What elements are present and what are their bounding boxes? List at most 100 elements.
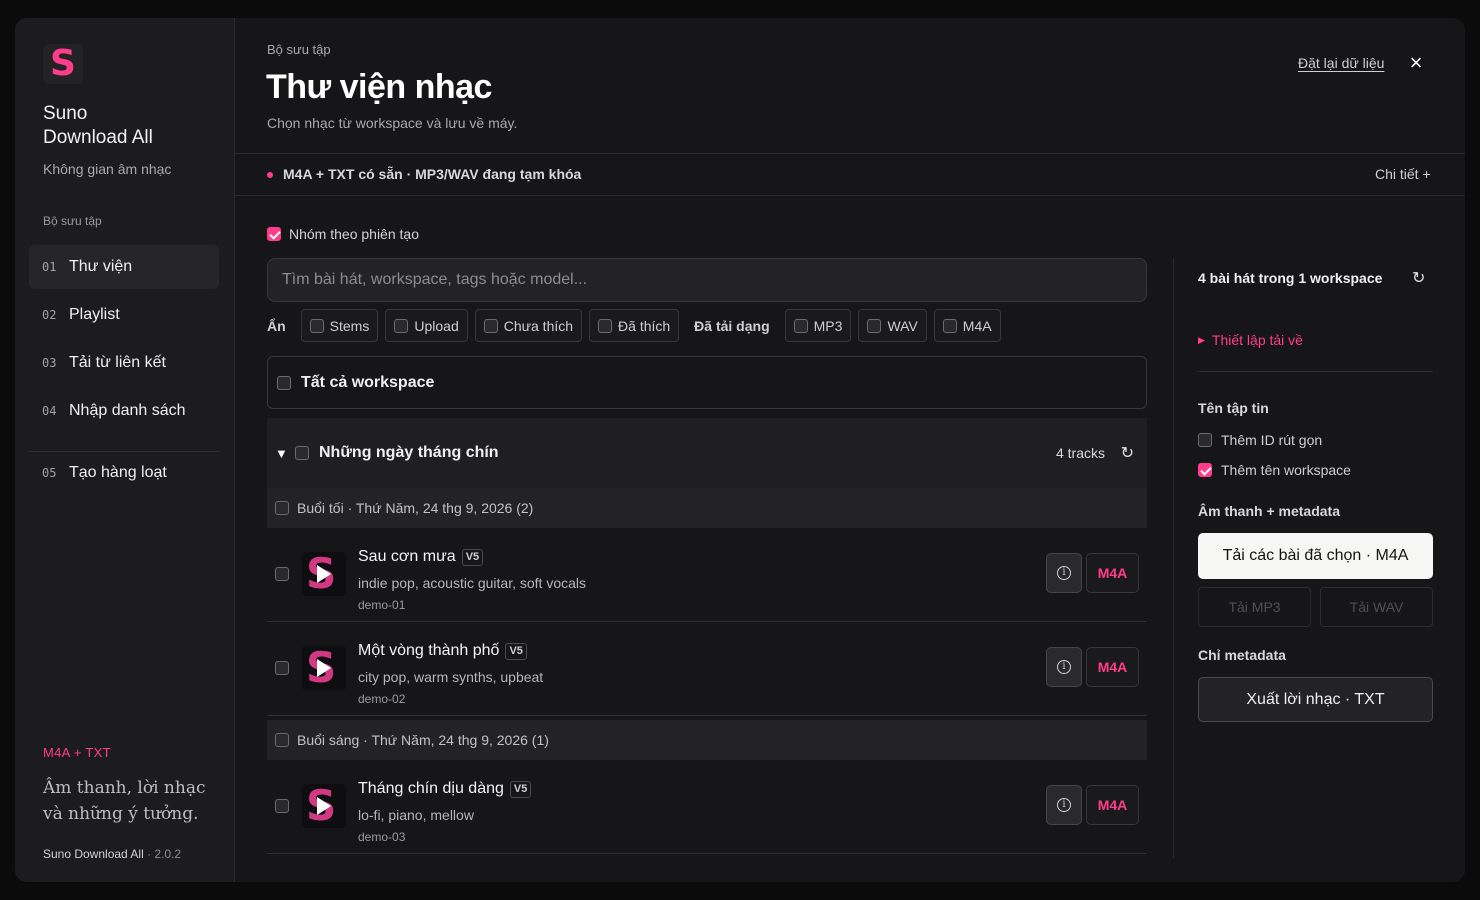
sidebar-section-label: Bộ sưu tập <box>43 214 102 228</box>
all-workspaces-row[interactable]: Tất cả workspace <box>267 356 1147 409</box>
model-badge: V5 <box>461 548 484 566</box>
track-checkbox[interactable] <box>275 661 289 675</box>
option-label: Thêm ID rút gọn <box>1221 432 1323 448</box>
download-wav-button[interactable]: Tải WAV <box>1320 587 1433 627</box>
export-lyrics-button[interactable]: Xuất lời nhạc · TXT <box>1198 677 1433 722</box>
reset-data-link[interactable]: Đặt lại dữ liệu <box>1298 55 1384 71</box>
info-icon: i <box>1057 798 1071 812</box>
filter-label: Chưa thích <box>503 317 574 334</box>
download-selected-button[interactable]: Tải các bài đã chọn · M4A <box>1198 533 1433 579</box>
download-settings-toggle[interactable]: ▶ Thiết lập tải về <box>1198 332 1303 348</box>
track-title-text: Một vòng thành phố <box>358 642 500 659</box>
sidebar: S Suno Download All Không gian âm nhạc B… <box>15 18 235 882</box>
download-mp3-button[interactable]: Tải MP3 <box>1198 587 1311 627</box>
track-cover[interactable]: S <box>302 646 346 690</box>
nav-label: Playlist <box>69 306 120 323</box>
session-label: Buổi tối · Thứ Năm, 24 thg 9, 2026 (2) <box>297 500 534 516</box>
workspace-name-checkbox[interactable] <box>1198 463 1212 477</box>
filter-downloaded-m4a[interactable]: M4A <box>933 309 1001 342</box>
download-m4a-button[interactable]: M4A <box>1086 785 1139 825</box>
nav-label: Thư viện <box>69 258 133 275</box>
panel-divider <box>1173 258 1174 858</box>
refresh-icon[interactable]: ↻ <box>1412 268 1425 288</box>
group-checkbox[interactable] <box>295 446 309 460</box>
filter-label: WAV <box>887 317 918 334</box>
filter-hide-unliked[interactable]: Chưa thích <box>474 309 583 342</box>
sidebar-item-import-list[interactable]: 04 Nhập danh sách <box>29 389 219 433</box>
filter-checkbox[interactable] <box>867 318 882 333</box>
filter-checkbox[interactable] <box>483 318 498 333</box>
close-icon[interactable]: × <box>1405 52 1427 74</box>
play-icon[interactable] <box>317 659 331 677</box>
app-version: Suno Download All · 2.0.2 <box>43 847 181 861</box>
details-toggle[interactable]: Chi tiết + <box>1375 166 1431 182</box>
group-title: Những ngày tháng chín <box>319 444 499 461</box>
notice-divider <box>235 195 1465 196</box>
header-divider <box>235 153 1465 154</box>
sidebar-item-library[interactable]: 01 Thư viện <box>29 245 219 289</box>
track-row[interactable]: S Sau cơn mưa V5 indie pop, acoustic guit… <box>267 528 1147 622</box>
filter-hide-stems[interactable]: Stems <box>300 309 379 342</box>
option-workspace-name[interactable]: Thêm tên workspace <box>1198 462 1351 478</box>
session-label: Buổi sáng · Thứ Năm, 24 thg 9, 2026 (1) <box>297 732 549 748</box>
logo-letter: S <box>50 43 76 84</box>
filter-downloaded-mp3[interactable]: MP3 <box>784 309 852 342</box>
filter-checkbox[interactable] <box>309 318 324 333</box>
sidebar-item-playlist[interactable]: 02 Playlist <box>29 293 219 337</box>
collapse-caret-icon[interactable]: ▼ <box>275 446 295 461</box>
session-checkbox[interactable] <box>275 501 289 515</box>
track-tags: city pop, warm synths, upbeat <box>358 669 544 685</box>
track-cover[interactable]: S <box>302 552 346 596</box>
sidebar-item-download-link[interactable]: 03 Tải từ liên kết <box>29 341 219 385</box>
workspace-group-header[interactable]: ▼ Những ngày tháng chín 4 tracks ↻ <box>267 418 1147 488</box>
track-title: Sau cơn mưa V5 <box>358 548 484 566</box>
filter-checkbox[interactable] <box>942 318 957 333</box>
track-title-text: Tháng chín dịu dàng <box>358 780 504 797</box>
session-checkbox[interactable] <box>275 733 289 747</box>
short-id-checkbox[interactable] <box>1198 433 1212 447</box>
track-checkbox[interactable] <box>275 799 289 813</box>
download-m4a-button[interactable]: M4A <box>1086 647 1139 687</box>
session-header[interactable]: Buổi sáng · Thứ Năm, 24 thg 9, 2026 (1) <box>267 720 1147 760</box>
app-window: S Suno Download All Không gian âm nhạc B… <box>15 18 1465 882</box>
quote-line1: Âm thanh, lời nhạc <box>43 778 206 798</box>
track-id: demo-03 <box>358 830 406 844</box>
track-info-button[interactable]: i <box>1046 785 1082 825</box>
track-row[interactable]: S Tháng chín dịu dàng V5 lo-fi, piano, me… <box>267 760 1147 854</box>
brand-name-line2: Download All <box>43 127 153 148</box>
group-by-session-checkbox[interactable] <box>267 227 281 241</box>
nav-number: 05 <box>42 466 57 480</box>
format-tag: M4A + TXT <box>43 745 111 760</box>
sidebar-item-batch-create[interactable]: 05 Tạo hàng loạt <box>29 451 219 495</box>
all-workspaces-label: Tất cả workspace <box>301 373 435 391</box>
play-icon[interactable] <box>317 565 331 583</box>
option-short-id[interactable]: Thêm ID rút gọn <box>1198 432 1322 448</box>
format-notice: M4A + TXT có sẵn · MP3/WAV đang tạm khóa <box>283 166 582 182</box>
track-cover[interactable]: S <box>302 784 346 828</box>
download-m4a-button[interactable]: M4A <box>1086 553 1139 593</box>
filter-downloaded-wav[interactable]: WAV <box>858 309 927 342</box>
track-info-button[interactable]: i <box>1046 647 1082 687</box>
group-by-session-toggle[interactable]: Nhóm theo phiên tạo <box>267 226 419 242</box>
audio-heading: Âm thanh + metadata <box>1198 503 1340 519</box>
filter-checkbox[interactable] <box>394 318 409 333</box>
filter-checkbox[interactable] <box>793 318 808 333</box>
page-subtitle: Chọn nhạc từ workspace và lưu về máy. <box>267 115 518 131</box>
track-checkbox[interactable] <box>275 567 289 581</box>
filter-hide-liked[interactable]: Đã thích <box>589 309 680 342</box>
notice-dot-icon <box>267 172 273 178</box>
filter-hide-upload[interactable]: Upload <box>385 309 468 342</box>
filter-checkbox[interactable] <box>598 318 613 333</box>
play-icon[interactable] <box>317 797 331 815</box>
search-input[interactable] <box>267 258 1147 302</box>
track-info-button[interactable]: i <box>1046 553 1082 593</box>
track-row[interactable]: S Một vòng thành phố V5 city pop, warm sy… <box>267 622 1147 716</box>
app-version-name: Suno Download All <box>43 847 144 861</box>
option-label: Thêm tên workspace <box>1221 462 1351 478</box>
track-title: Một vòng thành phố V5 <box>358 642 527 660</box>
all-workspaces-checkbox[interactable] <box>277 375 291 390</box>
refresh-icon[interactable]: ↻ <box>1121 443 1134 463</box>
session-header[interactable]: Buổi tối · Thứ Năm, 24 thg 9, 2026 (2) <box>267 488 1147 528</box>
nav-label: Nhập danh sách <box>69 402 186 419</box>
group-by-session-label: Nhóm theo phiên tạo <box>289 226 419 242</box>
